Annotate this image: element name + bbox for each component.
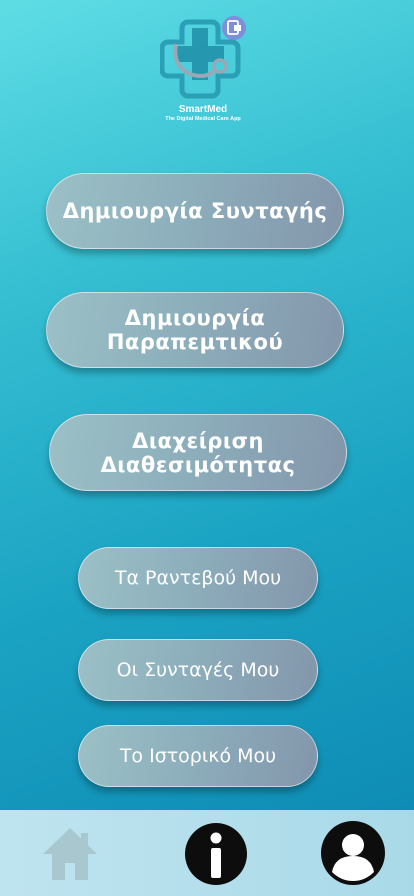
my-history-label: Το Ιστορικό Μου <box>119 745 277 767</box>
manage-availability-button[interactable]: Διαχείριση Διαθεσιμότητας <box>49 414 347 491</box>
create-prescription-label: Δημιουργία Συνταγής <box>62 199 328 223</box>
home-icon <box>43 828 97 880</box>
my-appointments-label: Τα Ραντεβού Μου <box>114 567 282 589</box>
nav-home-button[interactable] <box>40 824 100 884</box>
app-logo: SmartMed The Digital Medical Care App <box>150 14 256 126</box>
my-history-button[interactable]: Το Ιστορικό Μου <box>78 725 318 787</box>
medical-cross-logo-icon <box>160 16 246 99</box>
app-tagline: The Digital Medical Care App <box>165 116 241 122</box>
user-profile-icon <box>321 821 385 885</box>
create-referral-button[interactable]: Δημιουργία Παραπεμτικού <box>46 292 344 368</box>
app-name: SmartMed <box>178 104 228 115</box>
my-prescriptions-button[interactable]: Οι Συνταγές Μου <box>78 639 318 701</box>
create-referral-label: Δημιουργία Παραπεμτικού <box>106 306 284 354</box>
info-icon <box>185 823 247 885</box>
create-prescription-button[interactable]: Δημιουργία Συνταγής <box>46 173 344 249</box>
bottom-navigation-bar <box>0 810 414 896</box>
manage-availability-label: Διαχείριση Διαθεσιμότητας <box>100 428 296 477</box>
nav-profile-button[interactable] <box>320 820 386 886</box>
my-appointments-button[interactable]: Τα Ραντεβού Μου <box>78 547 318 609</box>
nav-info-button[interactable] <box>184 822 248 886</box>
my-prescriptions-label: Οι Συνταγές Μου <box>116 659 280 681</box>
